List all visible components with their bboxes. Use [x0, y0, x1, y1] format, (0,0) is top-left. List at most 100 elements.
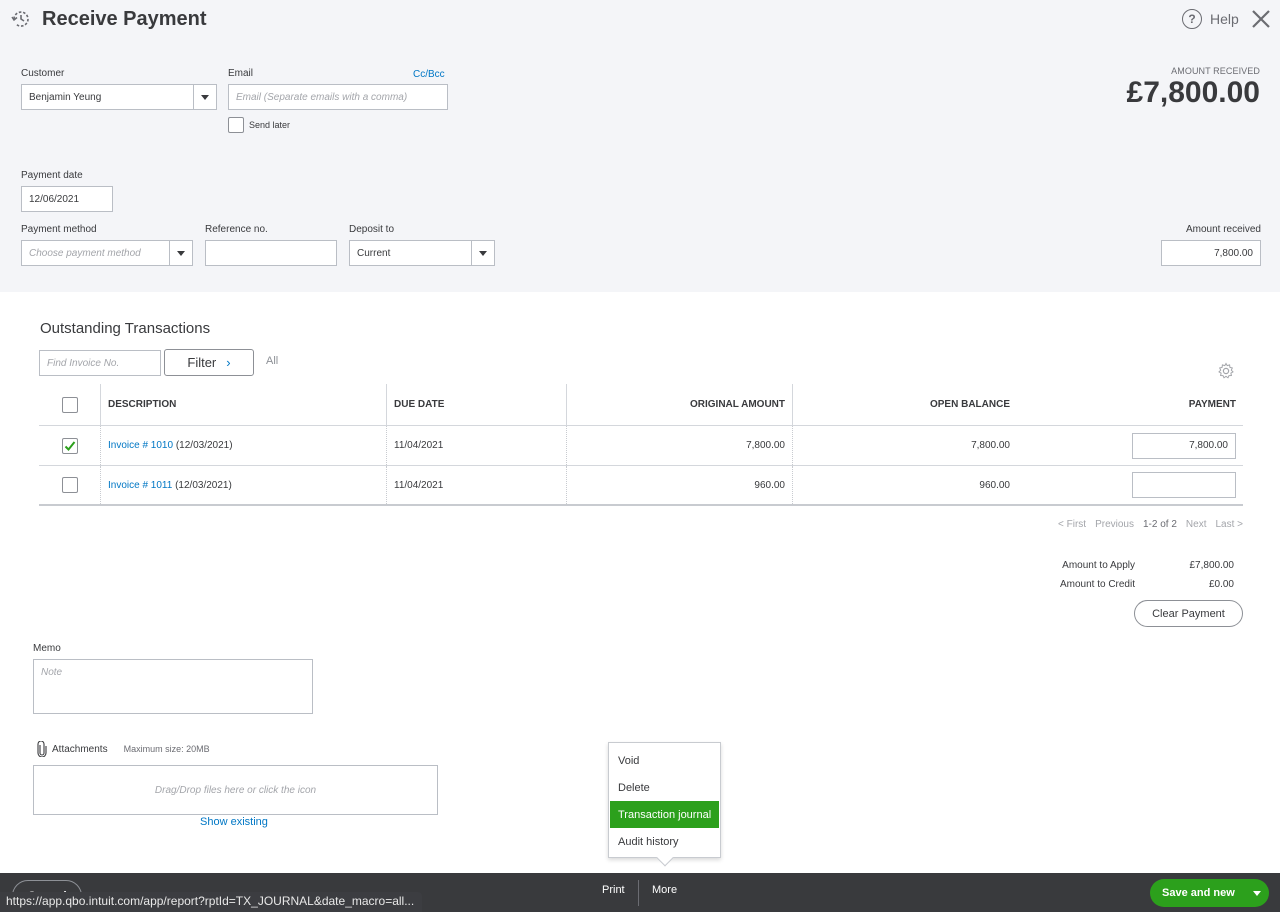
- invoice-date: (12/03/2021): [175, 440, 233, 451]
- find-invoice-placeholder: Find Invoice No.: [47, 357, 120, 369]
- payment-input[interactable]: [1132, 472, 1236, 498]
- col-payment[interactable]: PAYMENT: [1017, 384, 1243, 425]
- send-later-label: Send later: [249, 120, 291, 130]
- invoice-date: (12/03/2021): [175, 479, 232, 491]
- memo-textarea[interactable]: Note: [33, 659, 313, 714]
- reference-label: Reference no.: [205, 224, 268, 235]
- due-date: 11/04/2021: [386, 426, 566, 465]
- open-balance: 960.00: [792, 466, 1017, 504]
- col-original-amount[interactable]: ORIGINAL AMOUNT: [566, 384, 792, 425]
- customer-select[interactable]: Benjamin Yeung: [21, 84, 217, 110]
- invoice-link[interactable]: Invoice # 1010: [108, 440, 173, 451]
- original-amount: 960.00: [566, 466, 792, 504]
- find-invoice-input[interactable]: Find Invoice No.: [39, 350, 161, 376]
- email-field[interactable]: Email (Separate emails with a comma): [228, 84, 448, 110]
- save-and-new-label: Save and new: [1162, 887, 1235, 899]
- due-date: 11/04/2021: [386, 466, 566, 504]
- pager-first[interactable]: < First: [1058, 519, 1086, 530]
- select-all-checkbox[interactable]: [61, 396, 78, 413]
- amount-received-value: 7,800.00: [1214, 247, 1253, 259]
- col-description[interactable]: DESCRIPTION: [100, 384, 386, 425]
- filter-button[interactable]: Filter ›: [164, 349, 254, 376]
- chevron-down-icon[interactable]: [471, 241, 494, 265]
- col-open-balance[interactable]: OPEN BALANCE: [792, 384, 1017, 425]
- menu-item-delete[interactable]: Delete: [610, 774, 719, 801]
- pager-last[interactable]: Last >: [1215, 519, 1243, 530]
- attachment-dropzone[interactable]: Drag/Drop files here or click the icon: [33, 765, 438, 815]
- deposit-to-label: Deposit to: [349, 224, 395, 235]
- chevron-down-icon[interactable]: [169, 241, 192, 265]
- col-due-date[interactable]: DUE DATE: [386, 384, 566, 425]
- attachments-header: Attachments Maximum size: 20MB: [36, 741, 210, 757]
- email-label: Email: [228, 68, 254, 79]
- send-later-checkbox[interactable]: [228, 117, 244, 133]
- amount-received-caption: AMOUNT RECEIVED: [1171, 66, 1260, 76]
- deposit-to-select[interactable]: Current: [349, 240, 495, 266]
- outstanding-title: Outstanding Transactions: [40, 320, 211, 337]
- customer-value: Benjamin Yeung: [29, 91, 102, 103]
- more-menu: Void Delete Transaction journal Audit hi…: [608, 742, 721, 867]
- invoice-link[interactable]: Invoice # 1011: [108, 480, 172, 491]
- row-checkbox[interactable]: [61, 477, 78, 493]
- amount-received-field[interactable]: 7,800.00: [1161, 240, 1261, 266]
- amount-to-credit-label: Amount to Credit: [1059, 579, 1135, 590]
- chevron-right-icon: ›: [226, 355, 231, 370]
- memo-placeholder: Note: [41, 667, 63, 678]
- email-placeholder: Email (Separate emails with a comma): [236, 91, 408, 103]
- max-size-label: Maximum size: 20MB: [123, 744, 210, 754]
- payment-date-label: Payment date: [21, 170, 83, 181]
- dropzone-text: Drag/Drop files here or click the icon: [154, 784, 317, 796]
- table-row: Invoice # 1010 (12/03/2021) 11/04/2021 7…: [39, 426, 1243, 466]
- filter-state: All: [266, 355, 279, 367]
- payment-summary: Amount to Apply £7,800.00 Amount to Cred…: [1040, 556, 1234, 594]
- table-header-row: DESCRIPTION DUE DATE ORIGINAL AMOUNT OPE…: [39, 384, 1243, 426]
- help-label: Help: [1210, 11, 1239, 27]
- gear-icon[interactable]: [1217, 362, 1235, 380]
- checkmark-icon: [64, 440, 75, 451]
- payment-method-label: Payment method: [21, 224, 97, 235]
- footer-divider: [638, 880, 639, 906]
- amount-to-credit-value: £0.00: [1208, 579, 1234, 590]
- pager-previous[interactable]: Previous: [1095, 519, 1134, 530]
- row-checkbox-checked[interactable]: [61, 437, 78, 454]
- payment-method-placeholder: Choose payment method: [29, 247, 141, 259]
- close-icon[interactable]: [1250, 8, 1272, 30]
- payment-method-select[interactable]: Choose payment method: [21, 240, 193, 266]
- payment-input[interactable]: 7,800.00: [1132, 432, 1236, 459]
- print-button[interactable]: Print: [602, 884, 625, 896]
- attachments-label: Attachments: [52, 743, 108, 755]
- help-icon: ?: [1182, 9, 1202, 29]
- menu-item-transaction-journal[interactable]: Transaction journal: [610, 801, 719, 828]
- amount-received-label: Amount received: [1185, 224, 1261, 235]
- customer-label: Customer: [21, 68, 65, 79]
- filter-label: Filter: [187, 355, 217, 370]
- page-title: Receive Payment: [42, 8, 207, 30]
- pager-next[interactable]: Next: [1186, 519, 1207, 530]
- more-button[interactable]: More: [652, 884, 677, 896]
- menu-item-void[interactable]: Void: [610, 747, 719, 774]
- open-balance: 7,800.00: [792, 426, 1017, 465]
- save-and-new-button[interactable]: Save and new: [1150, 879, 1269, 907]
- pager-range: 1-2 of 2: [1142, 519, 1177, 530]
- clear-payment-button[interactable]: Clear Payment: [1134, 600, 1243, 627]
- amount-to-apply-value: £7,800.00: [1189, 560, 1235, 571]
- help-button[interactable]: ? Help: [1182, 9, 1239, 29]
- paperclip-icon[interactable]: [36, 741, 48, 757]
- amount-received-total: £7,800.00: [1126, 76, 1260, 109]
- payment-value: 7,800.00: [1189, 440, 1228, 451]
- browser-status-url: https://app.qbo.intuit.com/app/report?rp…: [0, 892, 423, 912]
- chevron-down-icon[interactable]: [1245, 891, 1269, 896]
- original-amount: 7,800.00: [566, 426, 792, 465]
- pagination: < First Previous 1-2 of 2 Next Last >: [1058, 519, 1243, 530]
- recent-transactions-icon[interactable]: [10, 8, 32, 30]
- payment-date-value: 12/06/2021: [29, 193, 80, 205]
- payment-date-field[interactable]: 12/06/2021: [21, 186, 113, 212]
- memo-label: Memo: [33, 643, 61, 654]
- show-existing-link[interactable]: Show existing: [200, 816, 268, 828]
- reference-field[interactable]: [205, 240, 337, 266]
- table-row: Invoice # 1011 (12/03/2021) 11/04/2021 9…: [39, 466, 1243, 506]
- amount-to-apply-label: Amount to Apply: [1062, 560, 1135, 571]
- ccbcc-link[interactable]: Cc/Bcc: [413, 69, 445, 80]
- chevron-down-icon[interactable]: [193, 85, 216, 109]
- deposit-to-value: Current: [357, 247, 391, 259]
